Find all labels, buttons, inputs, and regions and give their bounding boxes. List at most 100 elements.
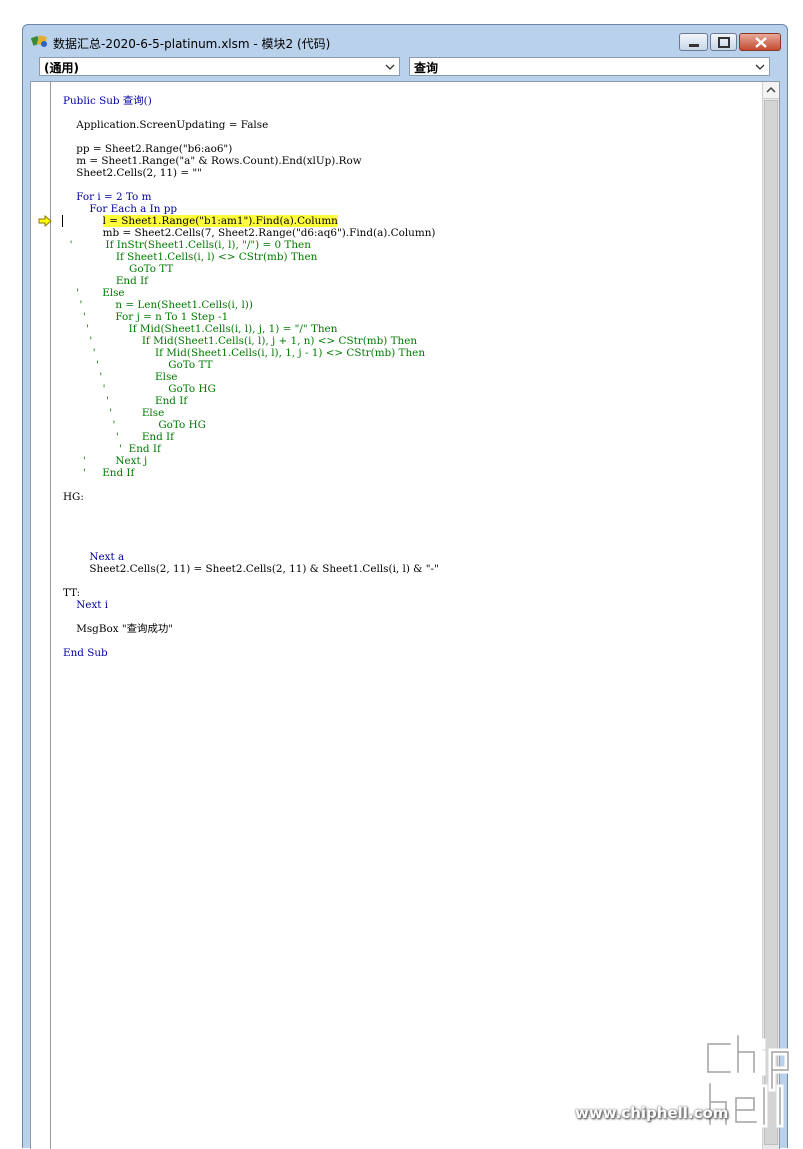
code-line[interactable]: End If xyxy=(63,275,439,287)
code-line[interactable]: For i = 2 To m xyxy=(63,191,439,203)
code-line-text: ' n = Len(Sheet1.Cells(i, l)) xyxy=(63,299,253,311)
code-line[interactable]: ' End If xyxy=(63,467,439,479)
code-line-text: mb = Sheet2.Cells(7, Sheet2.Range("d6:aq… xyxy=(63,227,436,239)
code-line-text: ' Else xyxy=(63,407,165,419)
code-line-text: If Sheet1.Cells(i, l) <> CStr(mb) Then xyxy=(63,251,318,263)
code-line[interactable]: Public Sub 查询() xyxy=(63,95,439,107)
watermark-text: www.chiphell.com xyxy=(575,1104,729,1122)
code-line[interactable]: ' End If xyxy=(63,395,439,407)
execution-point-arrow-icon xyxy=(38,215,52,227)
procedure-combo[interactable]: 查询 xyxy=(409,57,770,76)
code-line[interactable]: Next a xyxy=(63,551,439,563)
code-line-text: m = Sheet1.Range("a" & Rows.Count).End(x… xyxy=(63,155,362,167)
code-editor[interactable]: Public Sub 查询() Application.ScreenUpdati… xyxy=(30,81,780,1149)
code-line[interactable]: MsgBox "查询成功" xyxy=(63,623,439,635)
maximize-button[interactable] xyxy=(710,33,737,51)
scroll-up-button[interactable] xyxy=(763,82,779,99)
code-line-text: GoTo TT xyxy=(63,263,174,275)
code-line[interactable]: ' GoTo TT xyxy=(63,359,439,371)
code-line[interactable] xyxy=(63,635,439,647)
code-line[interactable]: For Each a In pp xyxy=(63,203,439,215)
code-line-text: ' End If xyxy=(63,467,135,479)
code-line[interactable] xyxy=(63,131,439,143)
code-line[interactable]: TT: xyxy=(63,587,439,599)
vbe-code-window: 数据汇总-2020-6-5-platinum.xlsm - 模块2 (代码) (… xyxy=(22,24,788,1149)
code-line-text: ' GoTo TT xyxy=(63,359,213,371)
object-combo[interactable]: (通用) xyxy=(39,57,400,76)
code-line[interactable]: ' If Mid(Sheet1.Cells(i, l), 1, j - 1) <… xyxy=(63,347,439,359)
code-line-text: ' If Mid(Sheet1.Cells(i, l), j + 1, n) <… xyxy=(63,335,418,347)
code-line[interactable]: Application.ScreenUpdating = False xyxy=(63,119,439,131)
margin-indicator-bar[interactable] xyxy=(31,82,51,1149)
code-line-text: HG: xyxy=(63,491,84,503)
code-line[interactable] xyxy=(63,107,439,119)
code-line-text: ' Next j xyxy=(63,455,148,467)
code-line[interactable]: ' Else xyxy=(63,407,439,419)
code-line[interactable] xyxy=(63,479,439,491)
procedure-combo-value: 查询 xyxy=(414,61,439,75)
window-title: 数据汇总-2020-6-5-platinum.xlsm - 模块2 (代码) xyxy=(53,37,331,51)
code-line-text: For Each a In pp xyxy=(63,203,178,215)
code-line[interactable]: ' If Mid(Sheet1.Cells(i, l), j, 1) = "/"… xyxy=(63,323,439,335)
code-line[interactable] xyxy=(63,611,439,623)
code-line[interactable]: End Sub xyxy=(63,647,439,659)
code-line[interactable]: pp = Sheet2.Range("b6:ao6") xyxy=(63,143,439,155)
code-line-text: ' If InStr(Sheet1.Cells(i, l), "/") = 0 … xyxy=(63,239,311,251)
code-line[interactable]: l = Sheet1.Range("b1:am1").Find(a).Colum… xyxy=(62,215,439,227)
vertical-scrollbar[interactable] xyxy=(762,82,779,1149)
code-line[interactable]: If Sheet1.Cells(i, l) <> CStr(mb) Then xyxy=(63,251,439,263)
close-icon xyxy=(755,37,767,48)
code-line[interactable]: ' End If xyxy=(63,431,439,443)
code-line[interactable]: ' Else xyxy=(63,287,439,299)
code-line[interactable]: mb = Sheet2.Cells(7, Sheet2.Range("d6:aq… xyxy=(63,227,439,239)
code-line[interactable]: ' Else xyxy=(63,371,439,383)
chevron-down-icon[interactable] xyxy=(384,61,396,73)
code-line-text: ' If Mid(Sheet1.Cells(i, l), j, 1) = "/"… xyxy=(63,323,338,335)
code-line-text: Next i xyxy=(63,599,109,611)
code-line-text: ' For j = n To 1 Step -1 xyxy=(63,311,229,323)
code-line-text: TT: xyxy=(63,587,81,599)
code-text[interactable]: Public Sub 查询() Application.ScreenUpdati… xyxy=(62,95,439,659)
code-line[interactable]: GoTo TT xyxy=(63,263,439,275)
code-line-text: End If xyxy=(63,275,149,287)
code-line[interactable]: ' GoTo HG xyxy=(63,419,439,431)
code-line[interactable] xyxy=(63,179,439,191)
vba-module-icon xyxy=(31,35,47,47)
code-line[interactable] xyxy=(63,527,439,539)
code-line[interactable] xyxy=(63,515,439,527)
code-line[interactable]: ' Next j xyxy=(63,455,439,467)
code-line[interactable]: ' If InStr(Sheet1.Cells(i, l), "/") = 0 … xyxy=(63,239,439,251)
code-line-text: ' End If xyxy=(63,443,161,455)
code-line[interactable] xyxy=(63,575,439,587)
code-line-text: Public Sub 查询() xyxy=(63,95,152,107)
code-line[interactable]: ' If Mid(Sheet1.Cells(i, l), j + 1, n) <… xyxy=(63,335,439,347)
object-combo-value: (通用) xyxy=(44,61,79,75)
code-line-text: ' GoTo HG xyxy=(63,419,206,431)
code-line-text: ' Else xyxy=(63,287,125,299)
close-button[interactable] xyxy=(739,33,781,51)
code-line-text: ' End If xyxy=(63,395,188,407)
code-line[interactable]: Sheet2.Cells(2, 11) = "" xyxy=(63,167,439,179)
minimize-icon xyxy=(689,44,699,47)
text-caret xyxy=(62,215,63,227)
code-line[interactable] xyxy=(63,503,439,515)
maximize-icon xyxy=(718,37,730,48)
code-line[interactable]: ' n = Len(Sheet1.Cells(i, l)) xyxy=(63,299,439,311)
code-line[interactable]: ' End If xyxy=(63,443,439,455)
chevron-down-icon[interactable] xyxy=(754,61,766,73)
code-line[interactable]: m = Sheet1.Range("a" & Rows.Count).End(x… xyxy=(63,155,439,167)
code-line-text: For i = 2 To m xyxy=(63,191,152,203)
code-line[interactable] xyxy=(63,539,439,551)
code-line-text: Next a xyxy=(63,551,125,563)
code-line[interactable]: ' For j = n To 1 Step -1 xyxy=(63,311,439,323)
code-line[interactable]: Next i xyxy=(63,599,439,611)
code-line[interactable]: HG: xyxy=(63,491,439,503)
code-line-text: ' Else xyxy=(63,371,178,383)
code-line-text: Application.ScreenUpdating = False xyxy=(63,119,269,131)
code-line[interactable]: ' GoTo HG xyxy=(63,383,439,395)
code-line[interactable]: Sheet2.Cells(2, 11) = Sheet2.Cells(2, 11… xyxy=(63,563,438,575)
minimize-button[interactable] xyxy=(679,33,708,51)
scroll-thumb[interactable] xyxy=(764,100,778,1145)
code-line-text: ' End If xyxy=(63,431,175,443)
title-bar[interactable]: 数据汇总-2020-6-5-platinum.xlsm - 模块2 (代码) xyxy=(23,25,787,55)
